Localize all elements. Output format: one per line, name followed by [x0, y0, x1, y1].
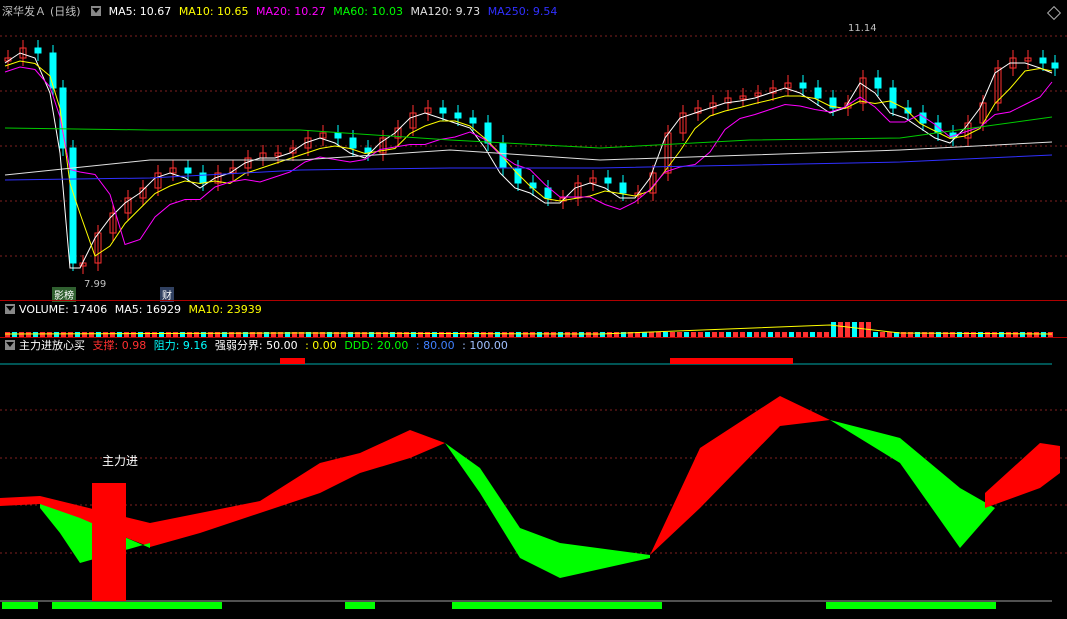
- candle-body: [349, 137, 357, 149]
- main-force-bar: [92, 483, 126, 601]
- green-band: [830, 420, 995, 548]
- top-red-block: [670, 358, 793, 364]
- volume-chart: [4, 322, 1053, 337]
- candle-body: [69, 147, 77, 264]
- volume-bar: [831, 322, 836, 337]
- candle-body: [34, 47, 42, 54]
- green-band: [445, 443, 650, 578]
- red-band: [650, 396, 830, 555]
- signal-bar: [2, 602, 38, 609]
- ma120-line: [4, 141, 1053, 176]
- volume-bar: [852, 322, 857, 337]
- candle-body: [439, 107, 447, 114]
- candle-body: [814, 87, 822, 99]
- top-red-block: [280, 358, 305, 364]
- candle-body: [49, 52, 57, 89]
- main-force-annotation: 主力进: [102, 454, 139, 468]
- candle-body: [544, 187, 552, 199]
- candle-body: [184, 167, 192, 174]
- candle-body: [454, 112, 462, 119]
- low-price-label: 7.99: [84, 279, 107, 290]
- candle-body: [799, 82, 807, 89]
- candle-body: [1039, 57, 1047, 64]
- signal-bar: [345, 602, 375, 609]
- kline-panel[interactable]: 深华发Ａ (日线) MA5: 10.67 MA10: 10.65 MA20: 10…: [0, 0, 1067, 302]
- high-price-label: 11.14: [848, 23, 877, 34]
- signal-bar: [452, 602, 662, 609]
- signal-bar: [826, 602, 996, 609]
- candle-body: [199, 172, 207, 184]
- indicator-panel[interactable]: 主力进放心买 支撑: 0.98 阻力: 9.16 强弱分界: 50.00 : 0…: [0, 338, 1067, 619]
- kline-chart: [0, 35, 1067, 274]
- volume-bar: [838, 322, 843, 337]
- volume-bar: [859, 322, 864, 337]
- candle-body: [619, 182, 627, 194]
- ma250-line: [4, 154, 1053, 181]
- red-band: [985, 443, 1060, 508]
- candle-body: [1051, 62, 1059, 69]
- candle-body: [334, 132, 342, 139]
- indicator-chart: [0, 358, 1067, 609]
- candle-body: [604, 177, 612, 184]
- volume-bar: [845, 322, 850, 337]
- candle-body: [469, 117, 477, 124]
- candle-body: [874, 77, 882, 89]
- candle-body: [889, 87, 897, 109]
- volume-panel[interactable]: VOLUME: 17406 MA5: 16929 MA10: 23939: [0, 301, 1067, 338]
- signal-bar: [52, 602, 222, 609]
